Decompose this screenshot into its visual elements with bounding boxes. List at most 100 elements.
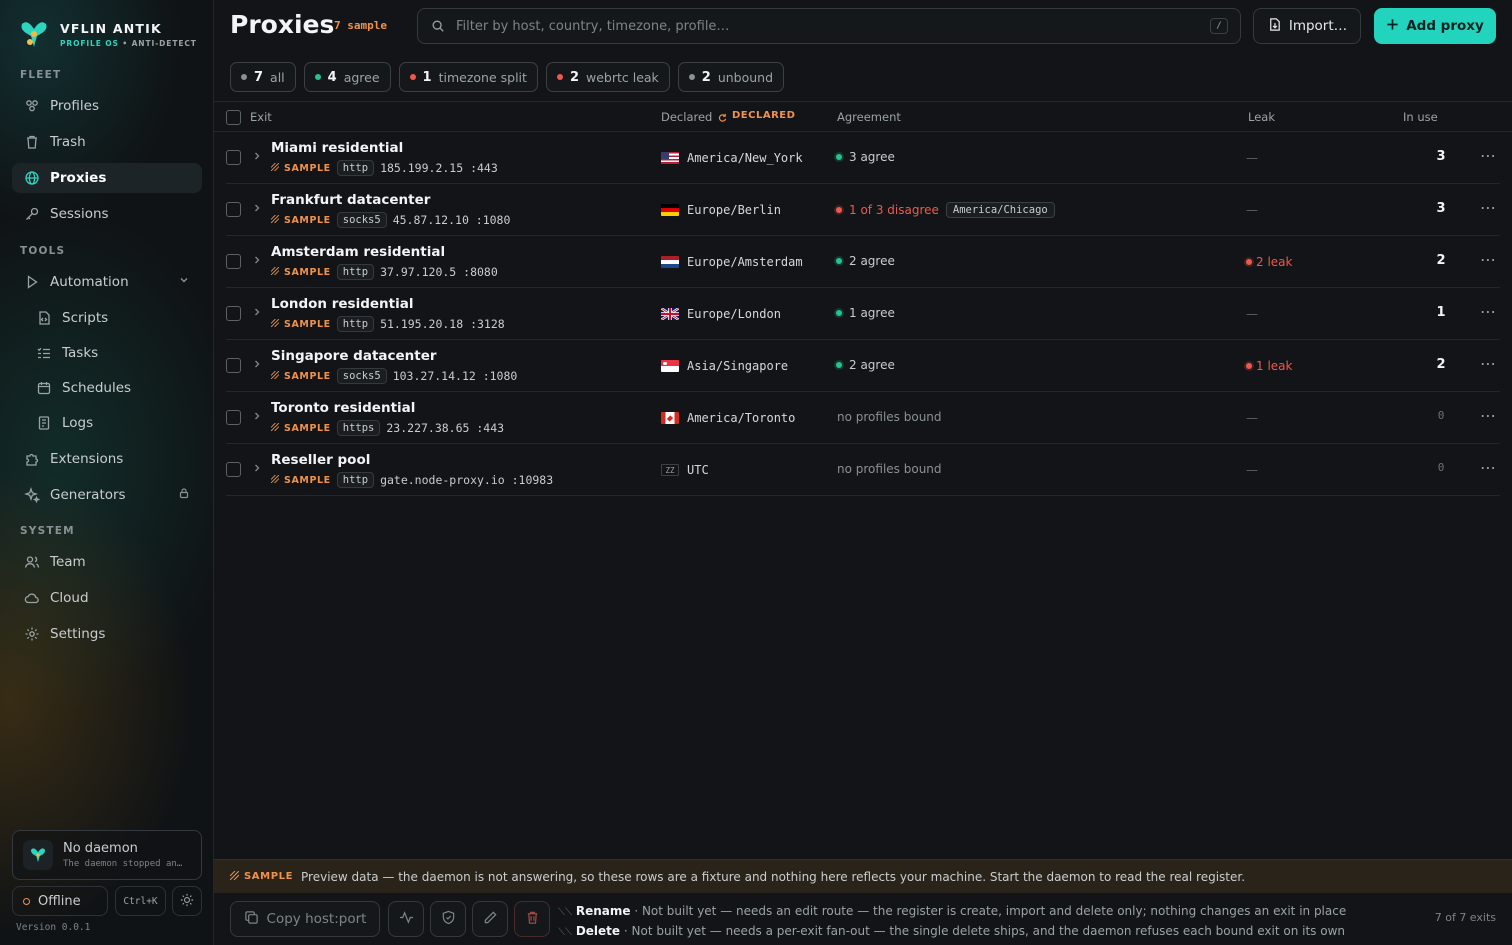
row-checkbox[interactable] bbox=[226, 410, 241, 425]
sidebar-item-label: Generators bbox=[50, 487, 126, 503]
chevron-down-icon[interactable] bbox=[178, 274, 190, 290]
in-use-count: 0 bbox=[1437, 409, 1445, 422]
chevron-right-icon[interactable] bbox=[252, 150, 262, 164]
chevron-right-icon[interactable] bbox=[252, 358, 262, 372]
agreement-status: 3 agree bbox=[836, 150, 895, 164]
declared-timezone: America/New_York bbox=[661, 151, 803, 165]
sidebar-item-sessions[interactable]: Sessions bbox=[12, 199, 202, 229]
filter-chip[interactable]: 7 all bbox=[230, 62, 296, 92]
daemon-status-card[interactable]: No daemon The daemon stopped an… bbox=[12, 830, 202, 880]
copy-host-port-button[interactable]: Copy host:port bbox=[230, 901, 380, 937]
plus-icon bbox=[1386, 18, 1399, 35]
search-input[interactable] bbox=[456, 18, 1200, 34]
column-agreement[interactable]: Agreement bbox=[837, 110, 901, 124]
delete-button[interactable] bbox=[514, 901, 550, 937]
more-actions-icon[interactable]: ⋯ bbox=[1480, 458, 1496, 477]
import-button[interactable]: Import… bbox=[1253, 8, 1361, 44]
sidebar-item-logs[interactable]: Logs bbox=[24, 409, 202, 437]
sidebar-item-cloud[interactable]: Cloud bbox=[12, 583, 202, 613]
row-checkbox[interactable] bbox=[226, 462, 241, 477]
sidebar-item-label: Trash bbox=[50, 134, 86, 150]
filter-chips: 7 all 4 agree 1 timezone split 2 webrtc leak 2 un… bbox=[230, 62, 785, 92]
filter-chip[interactable]: 1 timezone split bbox=[398, 62, 538, 92]
select-all-checkbox[interactable] bbox=[226, 110, 241, 125]
table-row[interactable]: Singapore datacenter SAMPLE socks5 103.27.1… bbox=[226, 340, 1500, 392]
sidebar-item-tasks[interactable]: Tasks bbox=[24, 339, 202, 367]
leak-value: — bbox=[1246, 463, 1258, 477]
more-actions-icon[interactable]: ⋯ bbox=[1480, 406, 1496, 425]
chevron-right-icon[interactable] bbox=[252, 462, 262, 476]
sidebar-item-trash[interactable]: Trash bbox=[12, 127, 202, 157]
sidebar-item-automation[interactable]: Automation bbox=[12, 267, 202, 297]
proxy-address: 185.199.2.15 :443 bbox=[380, 161, 498, 175]
row-checkbox[interactable] bbox=[226, 358, 241, 373]
filter-chip[interactable]: 2 webrtc leak bbox=[545, 62, 670, 92]
sidebar-item-schedules[interactable]: Schedules bbox=[24, 374, 202, 402]
more-actions-icon[interactable]: ⋯ bbox=[1480, 146, 1496, 165]
sample-tag: SAMPLE bbox=[270, 162, 331, 174]
column-leak[interactable]: Leak bbox=[1248, 110, 1275, 124]
sidebar-item-label: Logs bbox=[62, 415, 94, 431]
sample-tag: SAMPLE bbox=[270, 370, 331, 382]
declared-sort-icon[interactable] bbox=[718, 111, 727, 125]
connection-status[interactable]: Offline bbox=[12, 886, 108, 916]
sidebar-item-proxies[interactable]: Proxies bbox=[12, 163, 202, 193]
sidebar-item-extensions[interactable]: Extensions bbox=[12, 444, 202, 474]
more-actions-icon[interactable]: ⋯ bbox=[1480, 198, 1496, 217]
chevron-right-icon[interactable] bbox=[252, 410, 262, 424]
status-dot-icon bbox=[23, 897, 30, 905]
table-row[interactable]: Miami residential SAMPLE http 185.199.2.15 … bbox=[226, 132, 1500, 184]
flag-nl-icon bbox=[661, 256, 679, 268]
filter-chip[interactable]: 4 agree bbox=[303, 62, 391, 92]
sidebar-item-label: Proxies bbox=[50, 170, 107, 186]
theme-toggle-button[interactable] bbox=[172, 886, 202, 916]
sidebar-item-profiles[interactable]: Profiles bbox=[12, 91, 202, 121]
table-row[interactable]: Frankfurt datacenter SAMPLE socks5 45.87.12… bbox=[226, 184, 1500, 236]
add-proxy-button[interactable]: Add proxy bbox=[1374, 8, 1496, 44]
shield-check-button[interactable] bbox=[430, 901, 466, 937]
rename-button[interactable] bbox=[472, 901, 508, 937]
table-row[interactable]: Amsterdam residential SAMPLE http 37.97.120… bbox=[226, 236, 1500, 288]
command-palette-shortcut[interactable]: Ctrl+K bbox=[115, 886, 166, 916]
exit-count: 7 of 7 exits bbox=[1434, 911, 1496, 924]
sidebar-item-label: Team bbox=[50, 554, 86, 570]
more-actions-icon[interactable]: ⋯ bbox=[1480, 250, 1496, 269]
column-declared[interactable]: Declared bbox=[661, 110, 712, 124]
column-in-use[interactable]: In use bbox=[1403, 110, 1438, 124]
declared-timezone: America/Toronto bbox=[661, 411, 795, 425]
sample-tag: SAMPLE bbox=[270, 474, 331, 486]
table-row[interactable]: Reseller pool SAMPLE http gate.node-proxy.i… bbox=[226, 444, 1500, 496]
more-actions-icon[interactable]: ⋯ bbox=[1480, 354, 1496, 373]
sidebar-item-team[interactable]: Team bbox=[12, 547, 202, 577]
row-checkbox[interactable] bbox=[226, 150, 241, 165]
table-row[interactable]: London residential SAMPLE http 51.195.20.18… bbox=[226, 288, 1500, 340]
calendar-icon bbox=[36, 380, 52, 396]
status-dot-icon bbox=[1246, 363, 1252, 369]
chevron-right-icon[interactable] bbox=[252, 306, 262, 320]
test-proxy-button[interactable] bbox=[388, 901, 424, 937]
section-fleet: FLEET bbox=[20, 69, 62, 81]
chevron-right-icon[interactable] bbox=[252, 202, 262, 216]
chevron-right-icon[interactable] bbox=[252, 254, 262, 268]
brand-logo-icon bbox=[18, 18, 50, 50]
sidebar-item-label: Scripts bbox=[62, 310, 109, 326]
sample-banner-tag-label: SAMPLE bbox=[244, 871, 294, 882]
play-icon bbox=[24, 274, 40, 290]
table-row[interactable]: Toronto residential SAMPLE https 23.227.38.… bbox=[226, 392, 1500, 444]
app-window: VFLIN ANTIK PROFILE OS • ANTI-DETECT FLE… bbox=[0, 0, 1512, 945]
leak-value: — bbox=[1246, 411, 1258, 425]
sidebar-item-label: Tasks bbox=[62, 345, 99, 361]
brand: VFLIN ANTIK PROFILE OS • ANTI-DETECT bbox=[18, 18, 197, 50]
more-actions-icon[interactable]: ⋯ bbox=[1480, 302, 1496, 321]
search-box[interactable]: / bbox=[417, 8, 1241, 44]
timezone-label: Europe/Amsterdam bbox=[687, 255, 803, 269]
row-checkbox[interactable] bbox=[226, 306, 241, 321]
sidebar-item-settings[interactable]: Settings bbox=[12, 619, 202, 649]
row-checkbox[interactable] bbox=[226, 202, 241, 217]
sidebar-item-scripts[interactable]: Scripts bbox=[24, 304, 202, 332]
filter-chip[interactable]: 2 unbound bbox=[677, 62, 785, 92]
agreement-label: 3 agree bbox=[849, 150, 895, 164]
sidebar-item-generators[interactable]: Generators bbox=[12, 480, 202, 510]
row-checkbox[interactable] bbox=[226, 254, 241, 269]
column-exit[interactable]: Exit bbox=[250, 110, 272, 124]
